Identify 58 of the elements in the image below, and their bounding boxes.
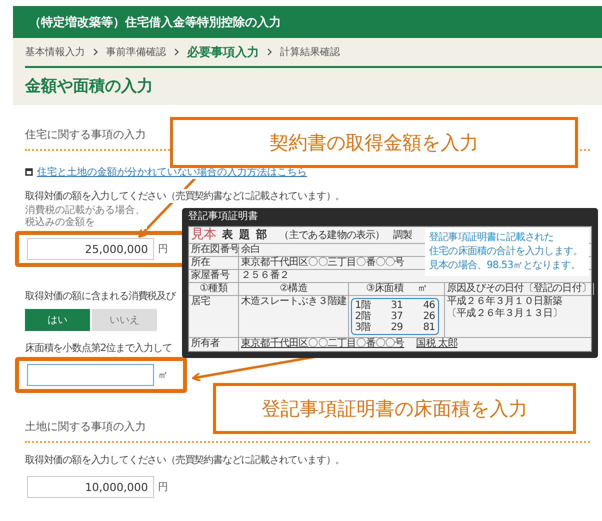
sample-label: 見本 <box>191 227 216 242</box>
floor-area-decimal: 46 <box>423 300 435 311</box>
row-value: 余白 <box>241 244 260 255</box>
unit-label: 円 <box>158 481 168 494</box>
floor-area-decimal: 26 <box>423 311 435 322</box>
page-title: （特定増改築等）住宅借入金等特別控除の入力 <box>29 14 281 30</box>
prepared-label: 調製 <box>392 230 412 241</box>
row-label: 家屋番号 <box>191 270 230 281</box>
field-label: 床面積を小数点第2位まで入力して <box>25 341 172 355</box>
column-header: ③床面積 <box>366 283 404 294</box>
field-note: 消費税の記載がある場合、税込みの金額を <box>25 205 147 229</box>
floor-area: 31 <box>390 300 403 311</box>
window-icon <box>25 168 33 176</box>
choice-button[interactable]: いいえ <box>92 309 157 331</box>
floor-label: 2階 <box>355 311 371 322</box>
note-text: 見本の場合、98.53㎡となります。 <box>429 259 582 273</box>
chevron-icon <box>174 48 179 56</box>
section-heading: 金額や面積の入力 <box>25 75 154 97</box>
step-label: 基本情報入力 <box>25 46 85 59</box>
document-title: 表題部 <box>222 228 274 241</box>
registration-date: 平成２６年３月１０日新築 <box>447 296 564 308</box>
amount-field[interactable]: 10,000,000 <box>27 476 154 498</box>
step-label: 事前準備確認 <box>106 46 166 59</box>
building-structure: 木造スレートぶき３階建 <box>241 296 347 307</box>
row-value: 東京都千代田区〇〇三丁目〇番〇〇号 <box>241 257 404 268</box>
column-header: ①種類 <box>200 283 228 294</box>
floor-area: 29 <box>390 322 403 333</box>
field-label: 取得対価の額に含まれる消費税及び <box>25 289 176 303</box>
amount-field[interactable]: 25,000,000 <box>27 238 154 260</box>
owner-address: 東京都千代田区〇〇二丁目〇番〇〇号 <box>241 338 404 349</box>
registration-date: 〔平成２６年３月１３日〕 <box>447 308 564 320</box>
callout-box: 契約書の取得金額を入力 <box>170 117 578 168</box>
chevron-icon <box>93 48 98 56</box>
floor-label: 3階 <box>355 322 371 333</box>
popup-title: 登記事項証明書 <box>188 210 259 224</box>
step-label: 計算結果確認 <box>280 46 340 59</box>
row-value: ２５６番２ <box>241 270 290 281</box>
callout-box: 登記事項証明書の床面積を入力 <box>213 383 576 434</box>
unit-label: 円 <box>158 243 168 256</box>
row-label: 所有者 <box>191 338 220 349</box>
note-text: 登記事項証明書に記載された <box>429 231 555 245</box>
choice-button[interactable]: はい <box>25 309 90 331</box>
step-label: 必要事項入力 <box>187 44 259 60</box>
column-header: 原因及びその日付〔登記の日付〕 <box>447 283 592 294</box>
row-label: 所在 <box>191 257 210 268</box>
floor-area-decimal: 81 <box>423 322 435 333</box>
unit-label: ㎡ <box>417 283 427 294</box>
column-header: ②構造 <box>280 283 308 294</box>
note-text: 住宅の床面積の合計を入力します。 <box>429 245 584 259</box>
amount-field[interactable] <box>27 364 154 386</box>
floor-label: 1階 <box>355 300 371 311</box>
chevron-icon <box>267 48 272 56</box>
owner-name: 国税 太郎 <box>416 338 458 349</box>
unit-label: ㎡ <box>158 369 168 382</box>
building-type: 居宅 <box>191 296 210 307</box>
floor-area: 37 <box>390 311 403 322</box>
document-subtitle: （主である建物の表示） <box>279 230 385 241</box>
row-label: 所在図番号 <box>191 244 240 255</box>
